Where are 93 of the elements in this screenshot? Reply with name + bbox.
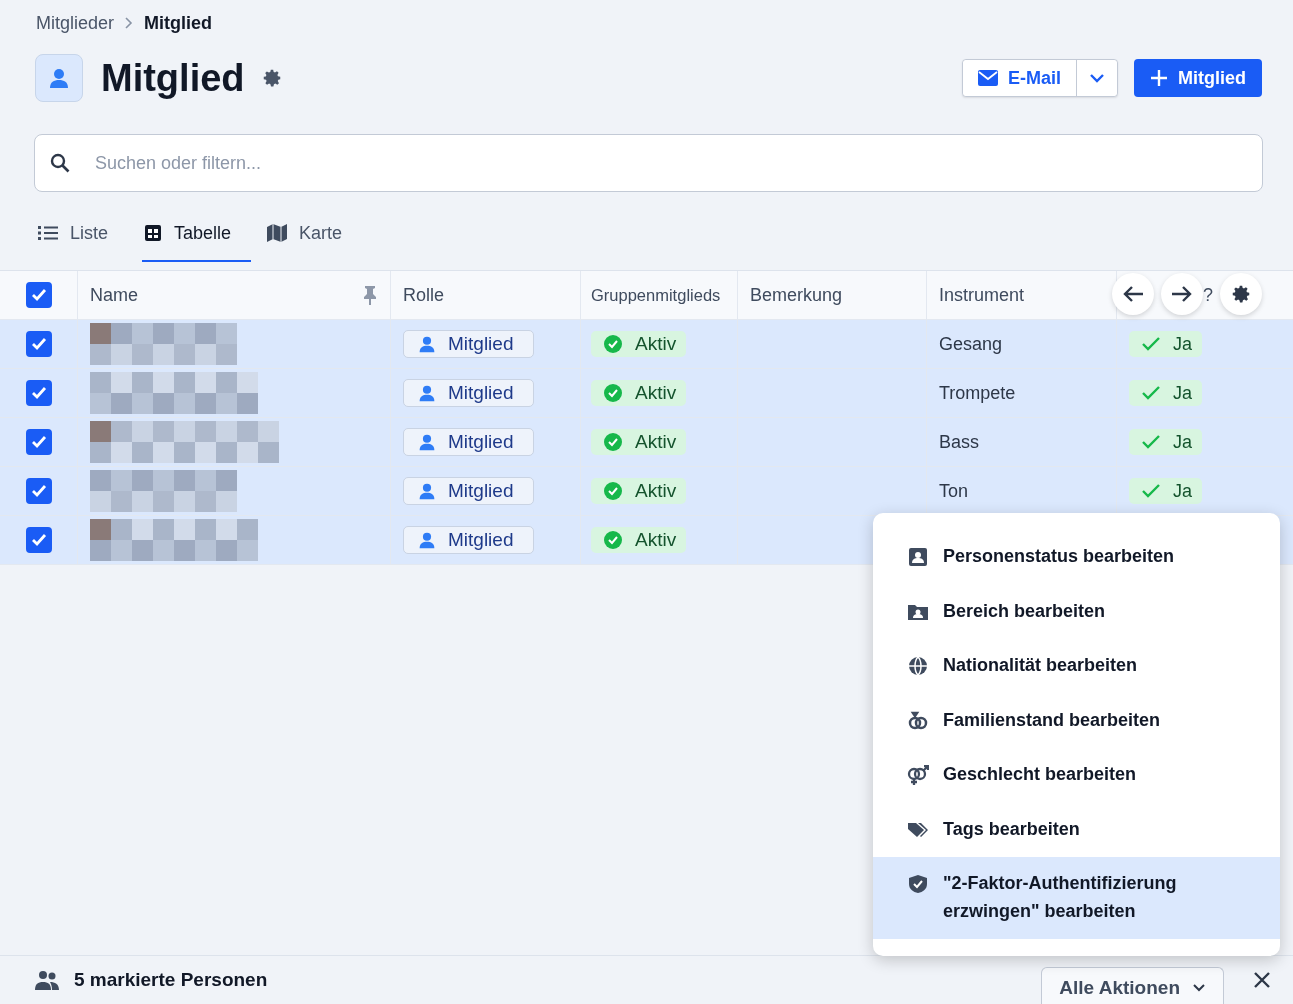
row-checkbox[interactable] [25,429,52,455]
column-header: Rolle [403,284,445,306]
column-header: Name [90,284,138,306]
person-icon [35,54,83,102]
check-icon [1141,336,1161,352]
check-icon [30,435,47,449]
role-badge: Mitglied [403,379,535,407]
menu-item[interactable]: Familienstand bearbeiten [873,693,1280,748]
row-checkbox[interactable] [25,527,52,553]
rings-icon [907,710,929,731]
select-all-checkbox[interactable] [25,282,52,308]
status-badge: Aktiv [591,429,687,455]
menu-item[interactable]: Nationalität bearbeiten [873,639,1280,694]
check-circle-icon [603,481,623,501]
table-icon [144,224,163,242]
scroll-left-button[interactable] [1112,273,1154,315]
list-icon [38,225,58,241]
person-icon [418,531,436,549]
yes-badge: Ja [1129,429,1202,455]
page-title: Mitglied [101,56,245,100]
check-icon [1141,483,1161,499]
people-icon [35,970,59,990]
row-checkbox[interactable] [25,478,52,504]
row-checkbox[interactable] [25,380,52,406]
map-icon [267,224,288,242]
table-cell: Ton [939,480,969,502]
role-badge: Mitglied [403,477,535,505]
dropdown-button[interactable] [1077,60,1117,96]
id-card-icon [907,547,929,567]
check-circle-icon [603,334,623,354]
settings-button[interactable] [1220,273,1262,315]
breadcrumb-link[interactable]: Mitglieder [36,12,115,34]
person-icon [418,482,436,500]
check-icon [30,386,47,400]
view-tab[interactable]: Liste [36,206,129,262]
check-icon [1141,385,1161,401]
column-header: Instrument [939,284,1025,306]
role-badge: Mitglied [403,526,535,554]
status-badge: Aktiv [591,527,687,553]
check-circle-icon [603,432,623,452]
check-circle-icon [603,530,623,550]
table-cell: Trompete [939,382,1016,404]
menu-item[interactable]: Bereich bearbeiten [873,584,1280,639]
search-field[interactable]: Suchen oder filtern... [34,134,1263,192]
menu-item[interactable]: Personenstatus bearbeiten [873,530,1280,585]
all-actions-button[interactable]: Alle Aktionen [1041,967,1224,1004]
role-badge: Mitglied [403,330,535,358]
shield-icon [907,874,929,894]
plus-icon [1150,69,1168,87]
column-header: Bemerkung [750,284,843,306]
status-badge: Aktiv [591,331,687,357]
yes-badge: Ja [1129,331,1202,357]
column-header: ? [1203,284,1213,306]
chevron-down-icon [1090,72,1104,83]
selection-count: 5 markierte Personen [74,969,268,991]
breadcrumb-link[interactable]: Mitglied [144,12,213,34]
gender-icon [907,765,929,785]
check-icon [30,288,47,302]
arrow-right-icon [1171,285,1193,303]
search-icon [50,153,70,173]
row-checkbox[interactable] [25,331,52,357]
status-badge: Aktiv [591,380,687,406]
yes-badge: Ja [1129,478,1202,504]
menu-item[interactable]: Tags bearbeiten [873,802,1280,857]
person-icon [418,384,436,402]
pin-icon[interactable] [362,285,378,305]
check-icon [1141,434,1161,450]
check-icon [30,484,47,498]
chevron-icon [124,16,135,30]
chevron-down-icon [1192,982,1206,993]
menu-item[interactable]: Geschlecht bearbeiten [873,748,1280,803]
table-cell: Gesang [939,333,1003,355]
envelope-icon [978,70,998,86]
arrow-left-icon [1122,285,1144,303]
table-cell: Bass [939,431,980,453]
status-badge: Aktiv [591,478,687,504]
view-tab[interactable]: Karte [265,206,363,262]
email-button[interactable]: E-Mail [963,60,1077,96]
role-badge: Mitglied [403,428,535,456]
person-icon [418,433,436,451]
check-icon [30,533,47,547]
yes-badge: Ja [1129,380,1202,406]
settings-icon [1230,283,1252,305]
close-icon[interactable] [1253,971,1271,989]
view-tab[interactable]: Tabelle [142,206,252,262]
check-circle-icon [603,383,623,403]
scroll-right-button[interactable] [1161,273,1203,315]
menu-item[interactable]: "2-Faktor-Authentifizierung erzwingen" bearbeiten [873,857,1280,939]
globe-icon [907,656,929,676]
check-icon [30,337,47,351]
person-icon [418,335,436,353]
column-header: Gruppenmitglieds [591,285,721,305]
add-member-button[interactable]: Mitglied [1134,59,1262,97]
